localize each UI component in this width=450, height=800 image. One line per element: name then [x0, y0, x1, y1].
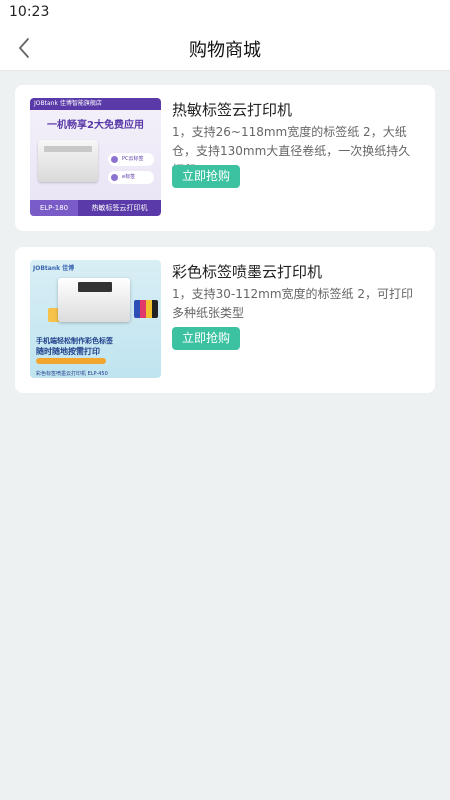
- image-brand: JOBtank 佳博: [33, 265, 75, 272]
- product-card-color-inkjet-printer[interactable]: JOBtank 佳博 手机端轻松制作彩色标签 随时随地按需打印 彩色标签喷墨云打…: [15, 247, 435, 393]
- buy-now-button[interactable]: 立即抢购: [172, 327, 240, 350]
- product-description: 1，支持30-112mm宽度的标签纸 2，可打印多种纸张类型: [172, 287, 413, 320]
- status-time: 10:23: [9, 4, 50, 20]
- product-card-thermal-printer[interactable]: JOBtank 佳博智能旗舰店 一机畅享2大免费应用 PC云标签 e标签 ELP…: [15, 85, 435, 231]
- printer-illustration: [58, 278, 130, 322]
- printer-illustration: [38, 140, 98, 182]
- status-bar: 10:23: [0, 0, 450, 26]
- image-footer: 彩色标签喷墨云打印机 ELP-450: [36, 371, 108, 377]
- product-name: 热敏标签云打印机: [172, 101, 293, 119]
- page-title: 购物商城: [189, 40, 261, 61]
- ink-bottles-illustration: [134, 300, 158, 318]
- image-badge-e-label: e标签: [108, 171, 154, 184]
- product-image-thermal-printer[interactable]: JOBtank 佳博智能旗舰店 一机畅享2大免费应用 PC云标签 e标签 ELP…: [30, 98, 161, 216]
- buy-now-button[interactable]: 立即抢购: [172, 165, 240, 188]
- image-footer: ELP-180 热敏标签云打印机: [30, 200, 161, 216]
- image-tagline-2: 随时随地按需打印: [36, 347, 100, 356]
- image-headline: 一机畅享2大免费应用: [47, 120, 144, 131]
- product-image-color-inkjet-printer[interactable]: JOBtank 佳博 手机端轻松制作彩色标签 随时随地按需打印 彩色标签喷墨云打…: [30, 260, 161, 378]
- image-badge-pc-label: PC云标签: [108, 153, 154, 166]
- product-name: 彩色标签喷墨云打印机: [172, 263, 323, 281]
- image-brand-strip: JOBtank 佳博智能旗舰店: [30, 98, 161, 110]
- image-tagline-1: 手机端轻松制作彩色标签: [36, 337, 113, 345]
- image-model: ELP-180: [30, 200, 78, 216]
- image-decor-bar: [36, 358, 106, 364]
- nav-bar: 购物商城: [0, 26, 450, 71]
- image-product-label: 热敏标签云打印机: [91, 204, 148, 212]
